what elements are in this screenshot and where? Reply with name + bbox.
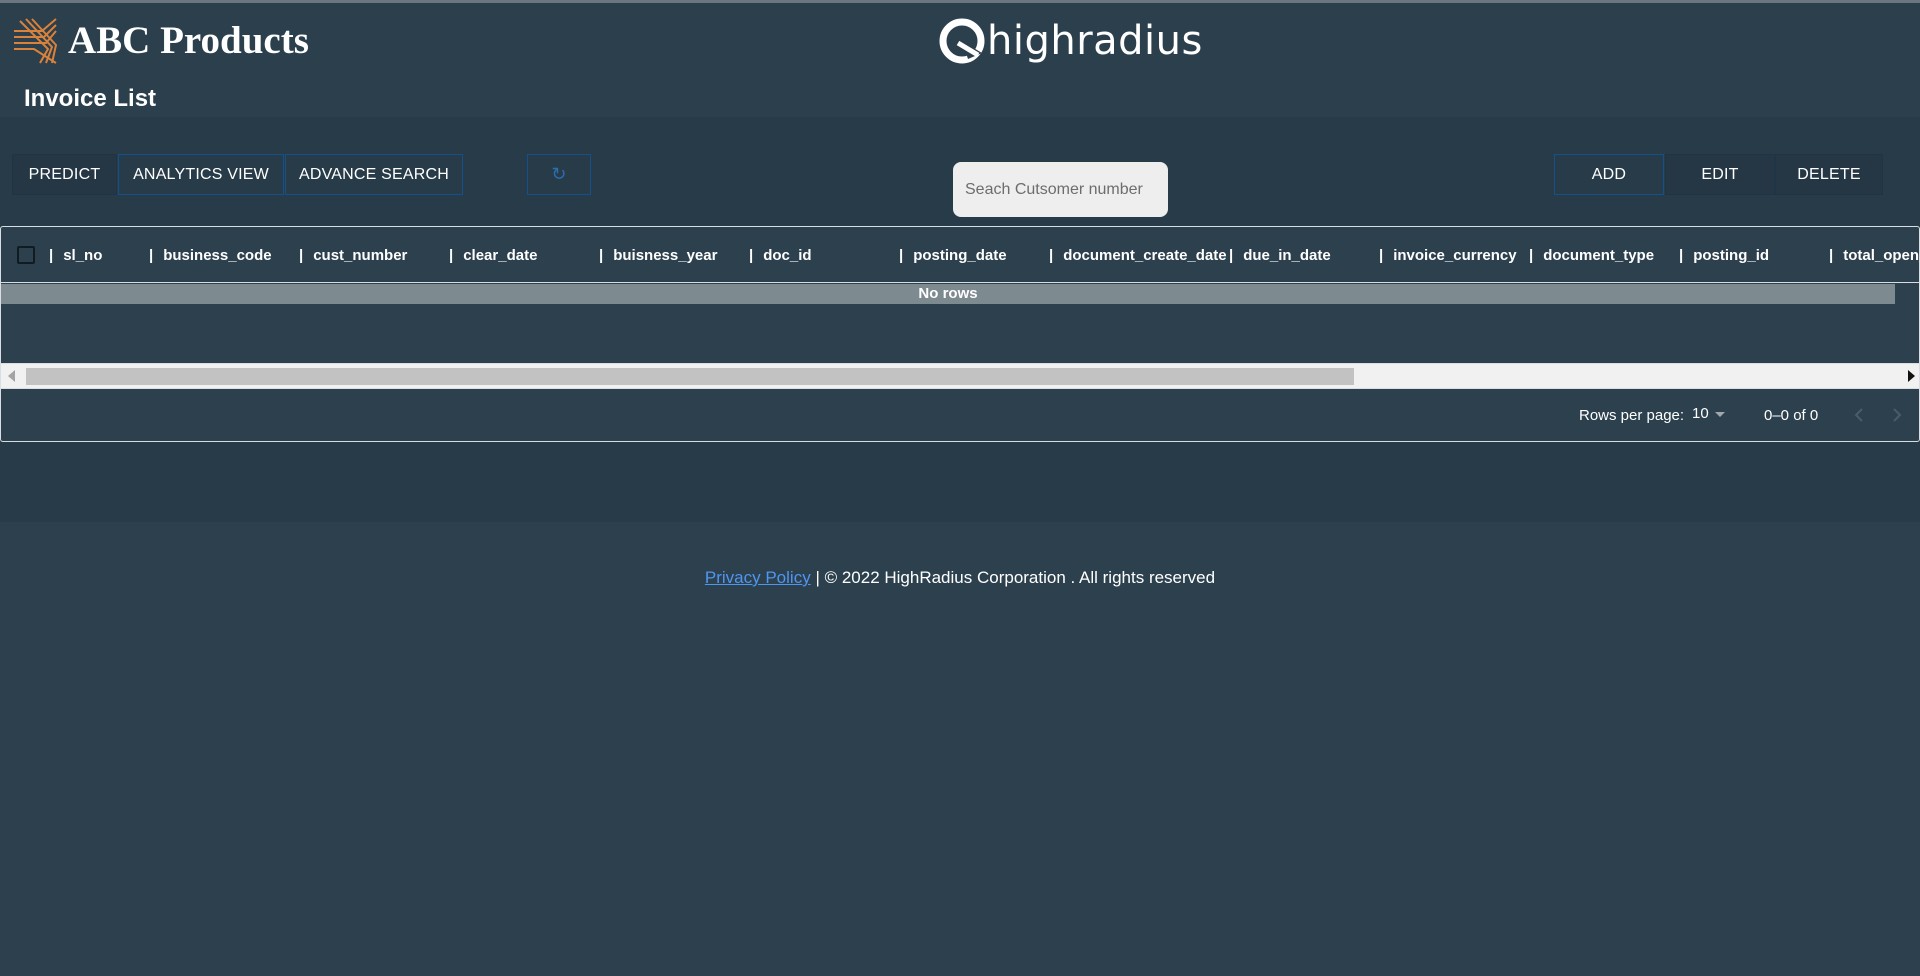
delete-button[interactable]: DELETE xyxy=(1775,154,1883,195)
column-header[interactable]: | cust_number xyxy=(299,227,407,283)
rows-per-page-label: Rows per page: xyxy=(1579,407,1685,424)
pagination-range: 0–0 of 0 xyxy=(1764,407,1819,424)
dropdown-caret-icon xyxy=(1714,412,1725,417)
column-header[interactable]: | clear_date xyxy=(449,227,537,283)
highradius-mark-icon xyxy=(939,18,985,64)
scroll-right-icon[interactable] xyxy=(1908,370,1915,382)
refresh-icon: ↻ xyxy=(551,164,567,184)
brand: ABC Products xyxy=(12,17,309,65)
chevron-left-icon xyxy=(1854,408,1863,422)
rows-per-page-select[interactable]: 10 xyxy=(1692,405,1725,422)
column-header[interactable]: | doc_id xyxy=(749,227,812,283)
abc-logo-icon xyxy=(14,18,58,64)
column-header[interactable]: | due_in_date xyxy=(1229,227,1331,283)
column-header[interactable]: | buisness_year xyxy=(599,227,717,283)
chevron-right-icon xyxy=(1893,408,1902,422)
previous-page-button[interactable] xyxy=(1847,403,1871,427)
copyright-text: | © 2022 HighRadius Corporation . All ri… xyxy=(815,568,1216,587)
empty-rows-message: No rows xyxy=(1,284,1895,304)
page-footer: Privacy Policy | © 2022 HighRadius Corpo… xyxy=(0,568,1920,588)
edit-button[interactable]: EDIT xyxy=(1665,154,1775,195)
customer-search xyxy=(953,162,1168,217)
column-header[interactable]: | document_create_date xyxy=(1049,227,1227,283)
header: ABC Products highradius Invoice List xyxy=(0,3,1920,117)
page-title: Invoice List xyxy=(24,85,157,112)
privacy-policy-link[interactable]: Privacy Policy xyxy=(705,568,811,587)
brand-name: ABC Products xyxy=(68,19,309,62)
column-header[interactable]: | document_type xyxy=(1529,227,1654,283)
grid-header: | sl_no | business_code | cust_number | clea… xyxy=(1,227,1919,283)
column-header[interactable]: | sl_no xyxy=(49,227,102,283)
scrollbar-thumb[interactable] xyxy=(26,368,1354,385)
column-header[interactable]: | posting_id xyxy=(1679,227,1769,283)
column-header[interactable]: | invoice_currency xyxy=(1379,227,1517,283)
invoice-grid: | sl_no | business_code | cust_number | clea… xyxy=(0,226,1920,442)
rows-per-page-value: 10 xyxy=(1692,405,1709,422)
predict-button[interactable]: PREDICT xyxy=(12,154,117,195)
horizontal-scrollbar[interactable] xyxy=(1,363,1919,388)
column-header[interactable]: | business_code xyxy=(149,227,272,283)
add-button[interactable]: ADD xyxy=(1554,154,1664,195)
scroll-left-icon[interactable] xyxy=(8,370,15,382)
next-page-button[interactable] xyxy=(1885,403,1909,427)
column-header[interactable]: | posting_date xyxy=(899,227,1007,283)
highradius-logo: highradius xyxy=(938,15,1203,67)
refresh-button[interactable]: ↻ xyxy=(527,154,591,195)
grid-pagination: Rows per page: 10 0–0 of 0 xyxy=(1,388,1919,441)
highradius-wordmark: highradius xyxy=(987,18,1203,64)
content-band xyxy=(0,442,1920,522)
advance-search-button[interactable]: ADVANCE SEARCH xyxy=(285,154,463,195)
analytics-view-button[interactable]: ANALYTICS VIEW xyxy=(118,154,284,195)
customer-search-input[interactable] xyxy=(965,180,1156,199)
select-all-checkbox[interactable] xyxy=(17,246,35,264)
column-header[interactable]: |total_open_amount xyxy=(1829,227,1919,283)
